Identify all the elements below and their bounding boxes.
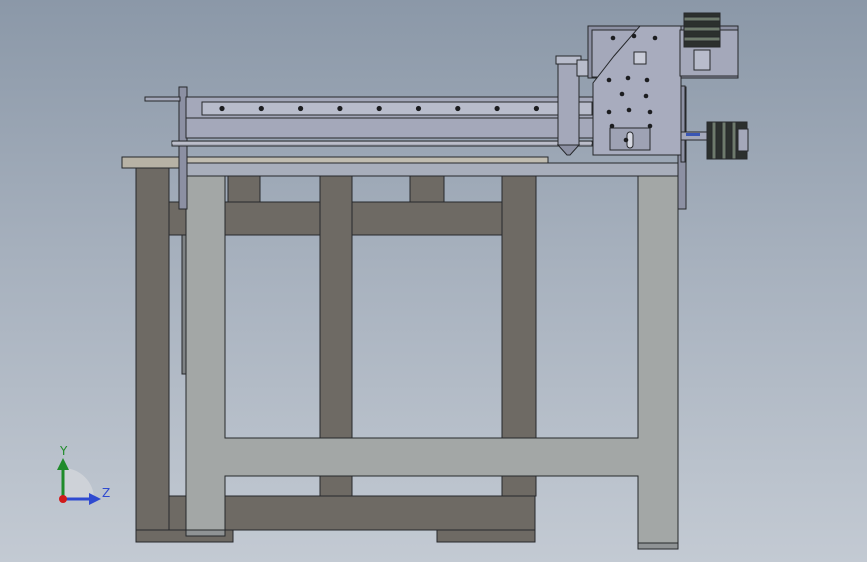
rail-bolt-hole: [337, 105, 343, 112]
carriage-bolt: [606, 77, 612, 83]
rail-bolt-hole: [533, 105, 540, 112]
rear-post-1: [227, 175, 261, 203]
table-bed-bar: [179, 162, 687, 177]
rail-bolt-hole: [258, 105, 264, 112]
rear-post-2: [319, 175, 353, 439]
table-top-plate: [185, 156, 549, 164]
x-motor-blue-connector: [686, 133, 700, 136]
carriage-bolt: [606, 109, 612, 115]
rail-bolt-hole: [298, 105, 304, 112]
view-orientation-triad[interactable]: Y Z: [57, 444, 110, 505]
cad-viewport[interactable]: Y Z: [0, 0, 867, 562]
z-stepper-motor: [679, 12, 739, 77]
rail-bolt-hole: [219, 105, 225, 112]
rear-post-3: [409, 175, 445, 203]
spindle-housing: [557, 62, 580, 146]
carriage-bolt: [644, 77, 650, 83]
z-motor-band-2: [683, 26, 721, 32]
triad-z-label: Z: [102, 486, 110, 500]
front-right-foot: [637, 542, 679, 550]
carriage-bolt: [619, 91, 625, 97]
carriage-bolt: [643, 93, 649, 99]
y-axis-handle: [144, 96, 181, 102]
z-motor-band-3: [683, 36, 721, 42]
carriage-bolt: [609, 123, 615, 129]
x-stepper-motor: [680, 121, 749, 160]
carriage-bolt: [625, 75, 631, 81]
x-motor-end-cap: [737, 128, 749, 152]
rail-bolt-hole: [494, 105, 500, 112]
triad-y-label: Y: [59, 444, 68, 458]
triad-origin: [59, 495, 67, 503]
carriage-bolt: [626, 107, 632, 113]
triad-z-arrow: [89, 493, 101, 505]
z-motor-band-1: [683, 16, 721, 22]
carriage-bolt: [631, 33, 637, 39]
x-motor-band-2: [721, 121, 727, 160]
left-guide-rail: [181, 234, 187, 375]
rear-post-4-low: [501, 474, 537, 497]
spindle-tip: [556, 144, 581, 156]
rear-post-4: [501, 175, 537, 439]
carriage-slot: [633, 51, 647, 65]
carriage-bolt: [647, 123, 653, 129]
rear-post-2-low: [319, 474, 353, 497]
x-motor-band-3: [731, 121, 737, 160]
x-motor-band-1: [711, 121, 717, 160]
rear-foot-right: [436, 529, 536, 543]
rail-bolt-hole: [455, 105, 461, 112]
table-top-left-lip: [121, 156, 187, 169]
carriage-bolt: [647, 109, 653, 115]
table-top: [121, 156, 687, 177]
carriage-bolt: [652, 35, 658, 41]
triad-y-arrow: [57, 458, 69, 470]
rear-left-leg: [135, 167, 170, 543]
cnc-machine-drawing: Y Z: [57, 12, 749, 550]
front-left-foot: [185, 529, 226, 537]
carriage-bolt: [610, 35, 616, 41]
rail-bolt-hole: [415, 105, 422, 112]
rail-bolt-hole: [376, 105, 382, 112]
carriage-right-rail: [680, 85, 686, 163]
z-motor-coupler: [693, 49, 711, 71]
carriage-bolt: [623, 137, 629, 143]
